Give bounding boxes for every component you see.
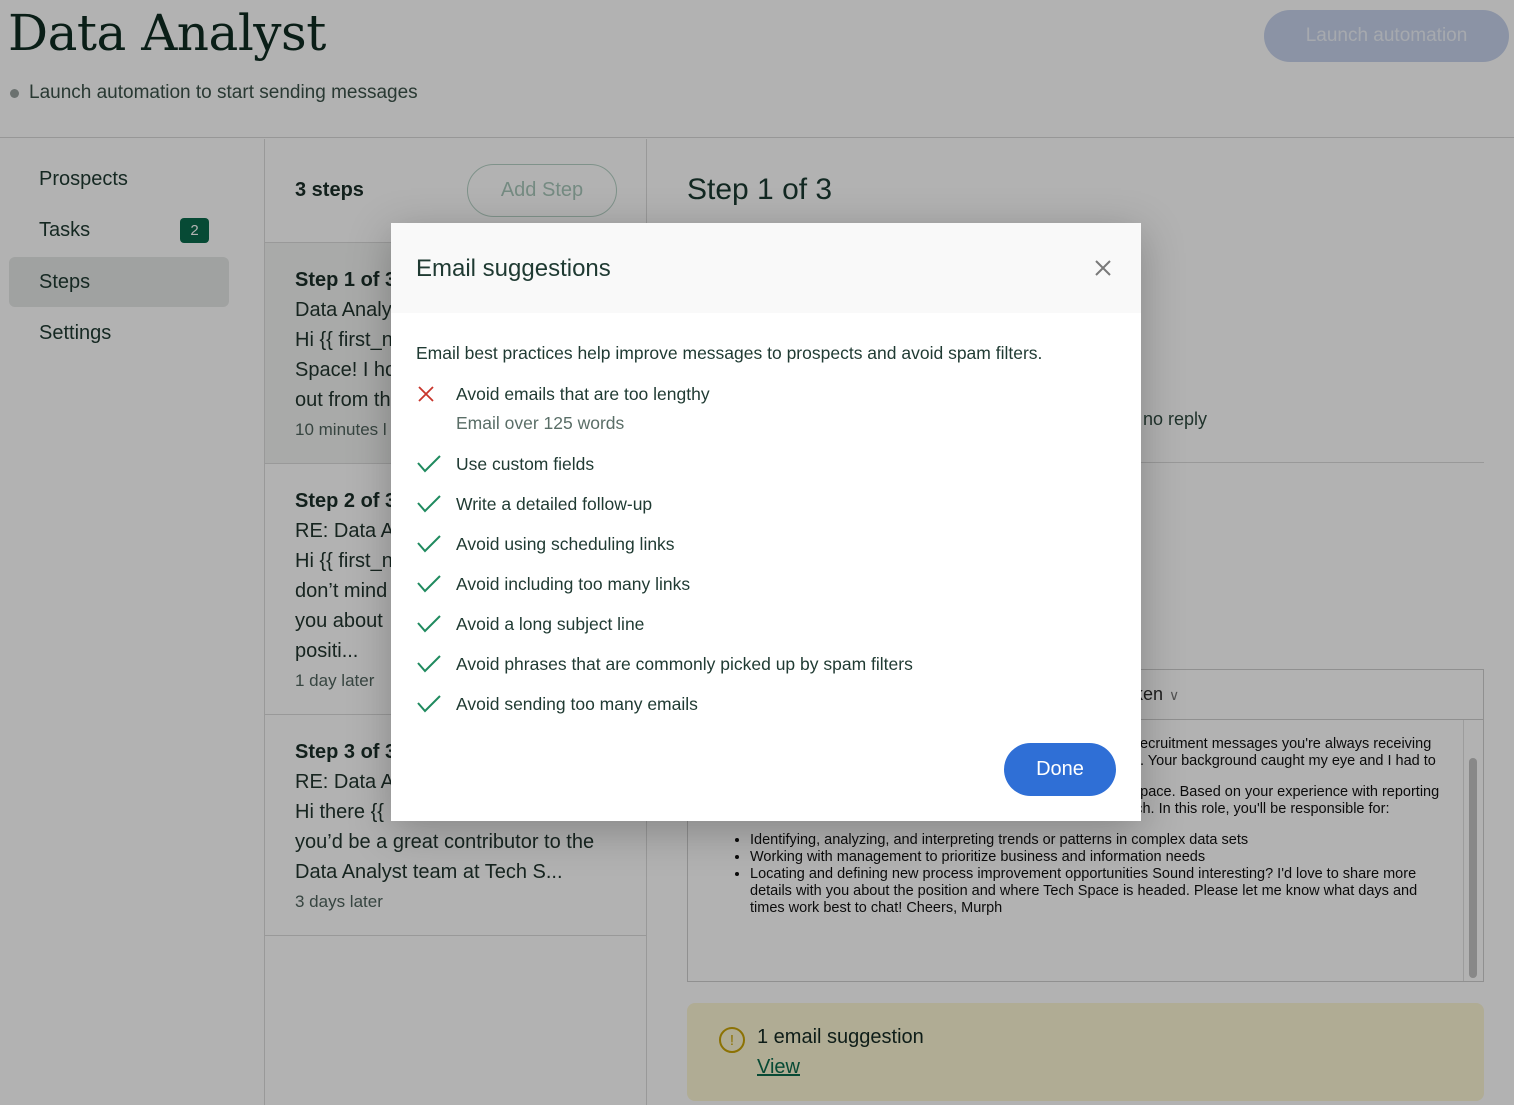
rule-label: Avoid a long subject line	[456, 613, 645, 634]
rule-label: Use custom fields	[456, 453, 595, 474]
rule-item-pass: Avoid sending too many emails	[416, 689, 698, 719]
close-icon[interactable]	[1091, 256, 1115, 280]
rule-label: Avoid emails that are too lengthy	[456, 383, 710, 404]
modal-intro: Email best practices help improve messag…	[416, 343, 1043, 363]
rule-item-pass: Avoid including too many links	[416, 569, 690, 599]
checkmark-icon	[417, 575, 441, 593]
rule-label: Avoid using scheduling links	[456, 533, 675, 554]
rule-label: Avoid including too many links	[456, 573, 691, 594]
rule-item-pass: Write a detailed follow-up	[416, 489, 652, 519]
checkmark-icon	[417, 455, 441, 473]
rule-item-fail: Avoid emails that are too lengthy	[416, 379, 710, 409]
rule-detail: Email over 125 words	[456, 413, 625, 433]
modal-header: Email suggestions	[391, 223, 1141, 313]
rule-item-pass: Avoid phrases that are commonly picked u…	[416, 649, 913, 679]
checkmark-icon	[417, 495, 441, 513]
modal-title: Email suggestions	[416, 255, 611, 282]
x-mark-icon	[418, 386, 434, 402]
rule-label: Write a detailed follow-up	[456, 493, 653, 514]
rule-label: Avoid phrases that are commonly picked u…	[456, 653, 913, 674]
rule-item-pass: Use custom fields	[416, 449, 594, 479]
rule-label: Avoid sending too many emails	[456, 693, 698, 714]
checkmark-icon	[417, 535, 441, 553]
rule-item-pass: Avoid using scheduling links	[416, 529, 675, 559]
checkmark-icon	[417, 695, 441, 713]
email-suggestions-modal: Email suggestions Email best practices h…	[391, 223, 1141, 821]
checkmark-icon	[417, 655, 441, 673]
checkmark-icon	[417, 615, 441, 633]
rule-item-pass: Avoid a long subject line	[416, 609, 644, 639]
done-button[interactable]: Done	[1004, 743, 1116, 796]
